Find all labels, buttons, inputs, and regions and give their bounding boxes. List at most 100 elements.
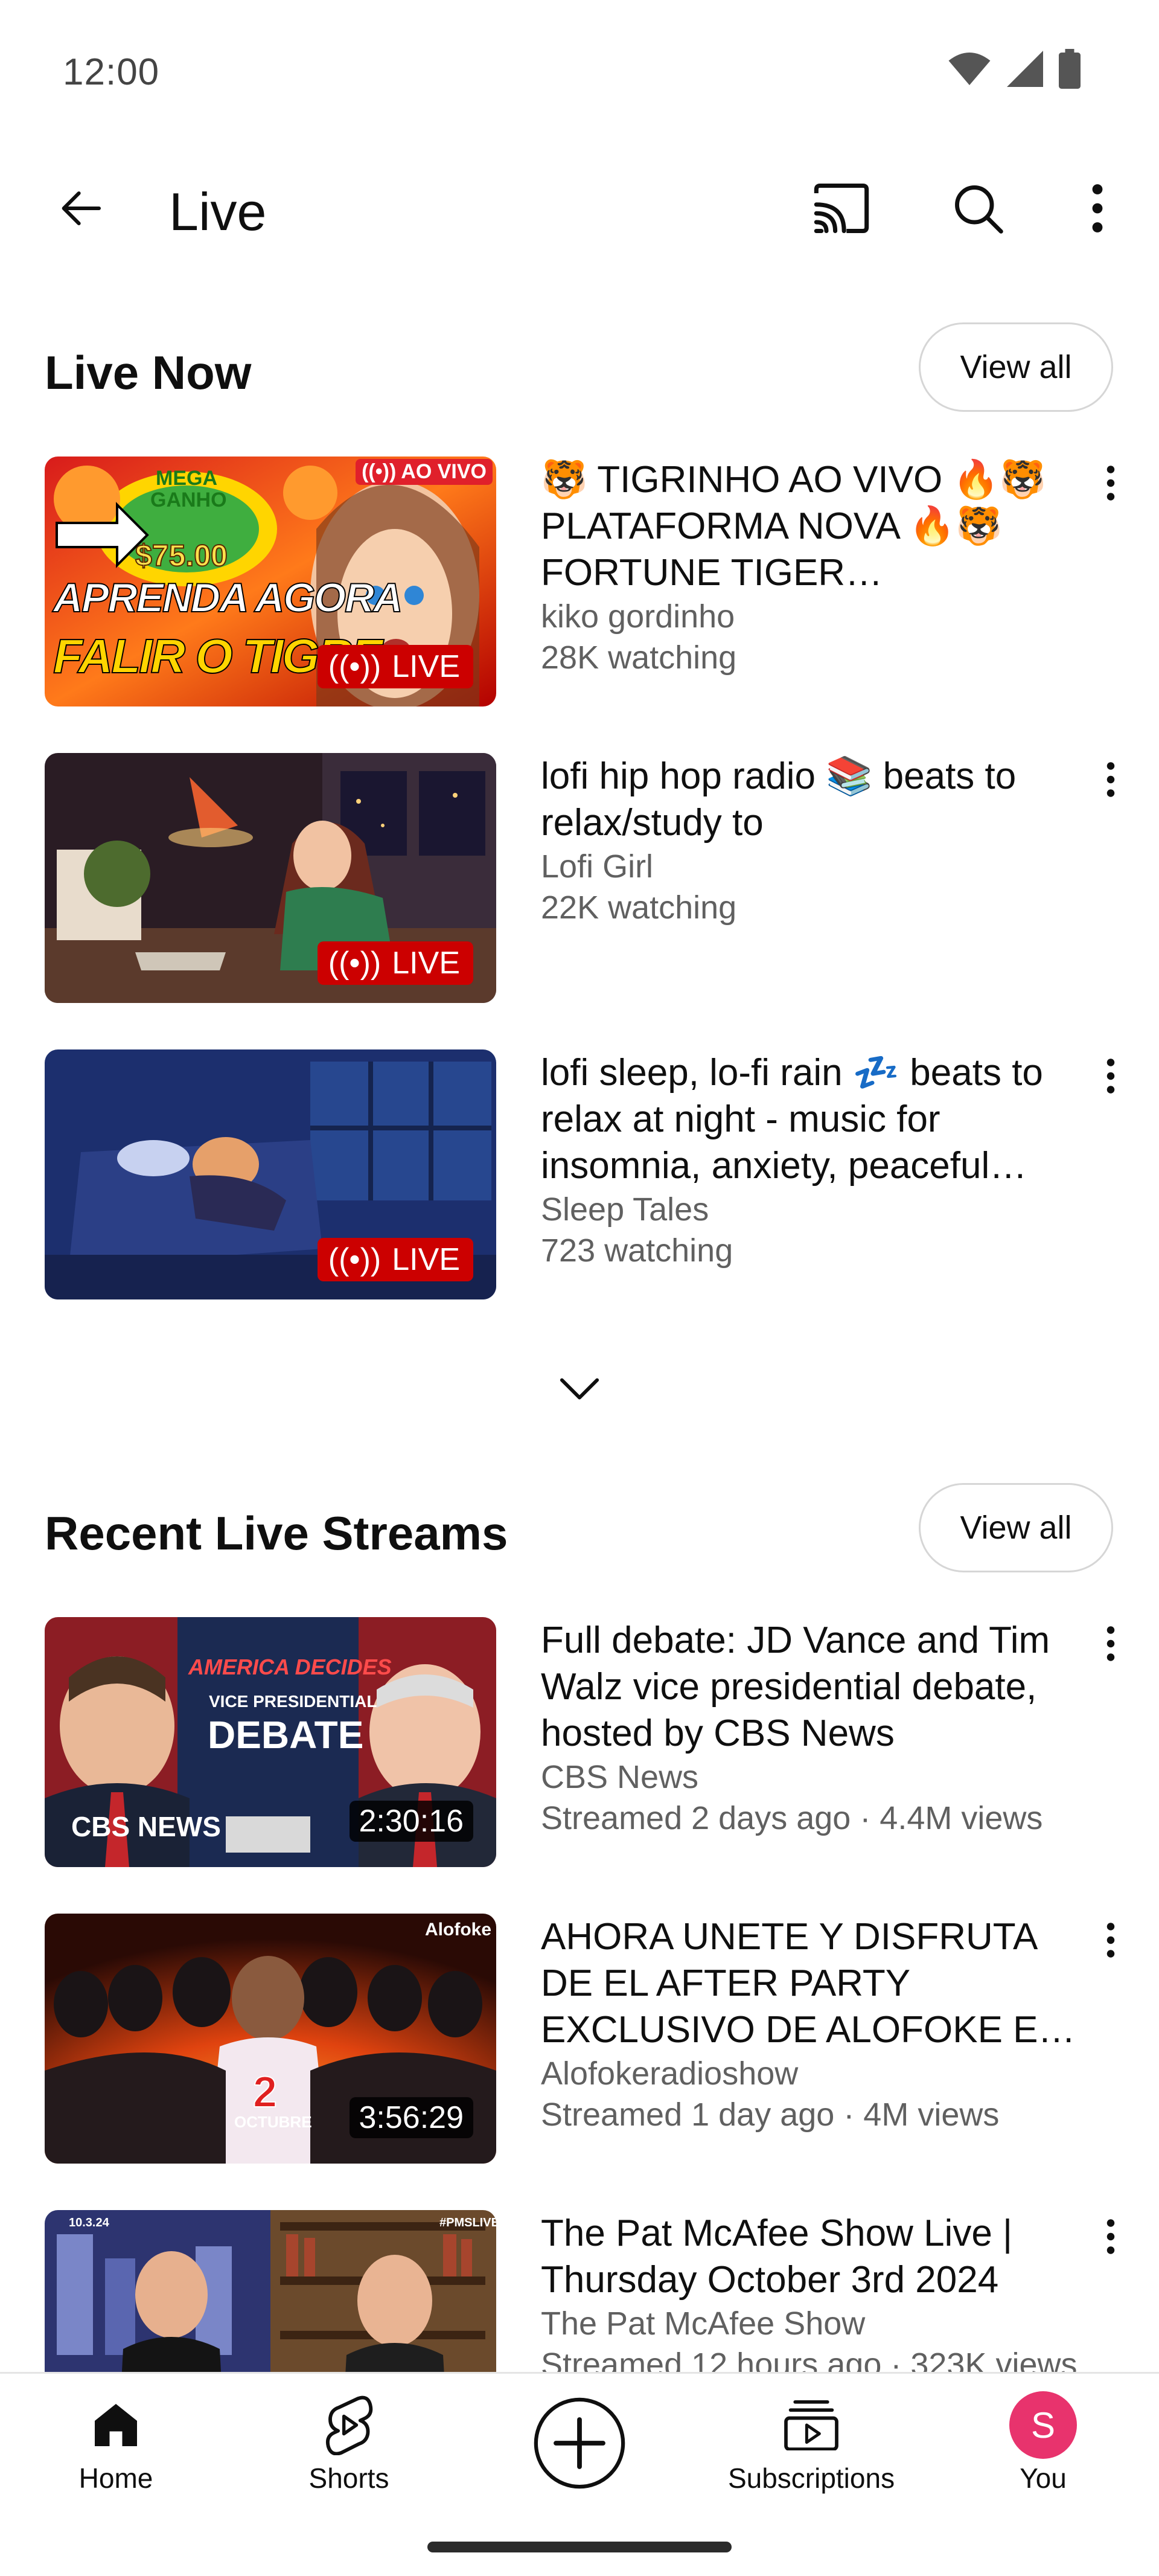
bottom-navigation: Home Shorts Subscriptions S You	[0, 2372, 1159, 2576]
nav-home[interactable]: Home	[37, 2392, 194, 2513]
video-title[interactable]: Full debate: JD Vance and Tim Walz vice …	[541, 1617, 1084, 1757]
search-icon	[955, 185, 1003, 234]
view-all-button[interactable]: View all	[919, 322, 1113, 412]
video-title[interactable]: 🐯 TIGRINHO AO VIVO 🔥🐯 PLATAFORMA NOVA 🔥🐯…	[541, 457, 1084, 596]
channel-name[interactable]: The Pat McAfee Show	[541, 2303, 1084, 2344]
nav-you[interactable]: S You	[965, 2391, 1122, 2513]
chevron-down-icon	[560, 1378, 599, 1400]
nav-label: You	[1020, 2462, 1067, 2494]
channel-name[interactable]: Lofi Girl	[541, 846, 1084, 887]
live-now-header: Live Now View all	[0, 322, 1159, 413]
battery-icon	[1059, 49, 1081, 89]
signal-icon	[1007, 51, 1043, 87]
video-thumbnail[interactable]: 2 OCTUBRE Alofoke 3:56:29	[45, 1914, 496, 2164]
thumb-tag-text: #PMSLIVE	[439, 2216, 496, 2229]
page-title: Live	[169, 182, 267, 242]
nav-label: Subscriptions	[727, 2462, 895, 2494]
app-bar: Live	[0, 151, 1159, 266]
live-broadcast-icon: ((•))	[328, 946, 382, 981]
video-more-button[interactable]	[1087, 1620, 1135, 1668]
status-time: 12:00	[63, 51, 160, 93]
more-vert-icon	[1106, 1059, 1115, 1094]
thumb-headline-mid: VICE PRESIDENTIAL	[209, 1692, 377, 1711]
channel-name[interactable]: kiko gordinho	[541, 596, 1084, 637]
video-thumbnail[interactable]: MEGA GANHO $75.00 APRENDA AGORA FALIR O …	[45, 457, 496, 706]
thumb-value-text: $75.00	[135, 538, 228, 573]
section-title: Recent Live Streams	[45, 1507, 508, 1560]
live-badge: ((•)) LIVE	[317, 941, 473, 985]
video-meta: 🐯 TIGRINHO AO VIVO 🔥🐯 PLATAFORMA NOVA 🔥🐯…	[541, 457, 1084, 678]
more-vert-icon	[1106, 1923, 1115, 1958]
cast-icon	[814, 183, 869, 234]
more-vert-icon	[1106, 762, 1115, 797]
video-meta: The Pat McAfee Show Live | Thursday Octo…	[541, 2210, 1084, 2385]
video-title[interactable]: lofi sleep, lo-fi rain 💤 beats to relax …	[541, 1049, 1084, 1189]
nav-create[interactable]	[501, 2392, 658, 2513]
live-badge: ((•)) LIVE	[317, 645, 473, 688]
thumb-live-tag: ((•)) AO VIVO	[356, 459, 493, 485]
view-stats: Streamed 2 days ago · 4.4M views	[541, 1800, 1043, 1836]
video-more-button[interactable]	[1087, 1052, 1135, 1100]
thumb-date-number: 2	[252, 2068, 278, 2117]
recent-streams-header: Recent Live Streams View all	[0, 1483, 1159, 1574]
video-thumbnail[interactable]: AMERICA DECIDES VICE PRESIDENTIAL DEBATE…	[45, 1617, 496, 1867]
channel-name[interactable]: Alofokeradioshow	[541, 2053, 1084, 2094]
channel-name[interactable]: CBS News	[541, 1757, 1084, 1798]
thumb-date-text: 10.3.24	[69, 2216, 109, 2229]
nav-label: Home	[78, 2462, 153, 2494]
live-broadcast-icon: ((•))	[328, 649, 382, 684]
home-icon	[95, 2404, 137, 2446]
video-item[interactable]: 2 OCTUBRE Alofoke 3:56:29 AHORA UNETE Y …	[0, 1914, 1159, 2167]
cast-button[interactable]	[805, 175, 878, 242]
more-vert-icon	[1106, 1626, 1115, 1661]
subscriptions-icon	[784, 2400, 838, 2450]
create-icon	[534, 2397, 625, 2489]
video-item[interactable]: AMERICA DECIDES VICE PRESIDENTIAL DEBATE…	[0, 1617, 1159, 1871]
video-more-button[interactable]	[1087, 2212, 1135, 2261]
thumb-headline-big: DEBATE	[208, 1713, 364, 1757]
video-item[interactable]: MEGA GANHO $75.00 APRENDA AGORA FALIR O …	[0, 457, 1159, 710]
back-button[interactable]	[45, 175, 117, 242]
video-meta: lofi hip hop radio 📚 beats to relax/stud…	[541, 753, 1084, 928]
live-broadcast-icon: ((•))	[328, 1242, 382, 1277]
arrow-back-icon	[62, 191, 101, 225]
video-item[interactable]: ((•)) LIVE lofi sleep, lo-fi rain 💤 beat…	[0, 1049, 1159, 1303]
avatar: S	[1009, 2391, 1077, 2459]
view-stats: 723 watching	[541, 1232, 733, 1269]
more-vert-icon	[1106, 2219, 1115, 2254]
video-meta: Full debate: JD Vance and Tim Walz vice …	[541, 1617, 1084, 1839]
thumb-headline-1: APRENDA AGORA	[53, 574, 403, 621]
view-all-button[interactable]: View all	[919, 1483, 1113, 1572]
nav-subscriptions[interactable]: Subscriptions	[728, 2392, 895, 2513]
more-options-button[interactable]	[1061, 175, 1134, 242]
nav-shorts[interactable]: Shorts	[270, 2392, 427, 2513]
status-bar: 12:00	[0, 0, 1159, 139]
video-more-button[interactable]	[1087, 755, 1135, 804]
video-more-button[interactable]	[1087, 1916, 1135, 1964]
view-stats: 28K watching	[541, 639, 737, 676]
video-more-button[interactable]	[1087, 459, 1135, 507]
video-thumbnail[interactable]: ((•)) LIVE	[45, 1049, 496, 1299]
thumb-brand-text: CBS NEWS	[71, 1811, 221, 1842]
video-item[interactable]: ((•)) LIVE lofi hip hop radio 📚 beats to…	[0, 753, 1159, 1007]
expand-button[interactable]	[549, 1359, 610, 1419]
duration-badge: 3:56:29	[349, 2097, 473, 2138]
wifi-icon	[948, 53, 991, 85]
video-title[interactable]: The Pat McAfee Show Live | Thursday Octo…	[541, 2210, 1084, 2303]
video-thumbnail[interactable]: ((•)) LIVE	[45, 753, 496, 1003]
thumb-brand-text: MEGA GANHO	[150, 467, 227, 511]
video-meta: lofi sleep, lo-fi rain 💤 beats to relax …	[541, 1049, 1084, 1271]
search-button[interactable]	[942, 175, 1014, 242]
video-title[interactable]: AHORA UNETE Y DISFRUTA DE EL AFTER PARTY…	[541, 1914, 1084, 2053]
view-stats: 22K watching	[541, 889, 737, 926]
thumb-date-month: OCTUBRE	[234, 2113, 312, 2131]
shorts-icon	[325, 2395, 373, 2455]
channel-name[interactable]: Sleep Tales	[541, 1189, 1084, 1230]
duration-badge: 2:30:16	[349, 1801, 473, 1842]
section-title: Live Now	[45, 346, 252, 399]
video-title[interactable]: lofi hip hop radio 📚 beats to relax/stud…	[541, 753, 1084, 846]
more-vert-icon	[1092, 184, 1103, 232]
nav-label: Shorts	[308, 2462, 389, 2494]
home-indicator[interactable]	[427, 2542, 732, 2552]
thumb-headline-top: AMERICA DECIDES	[188, 1655, 392, 1679]
